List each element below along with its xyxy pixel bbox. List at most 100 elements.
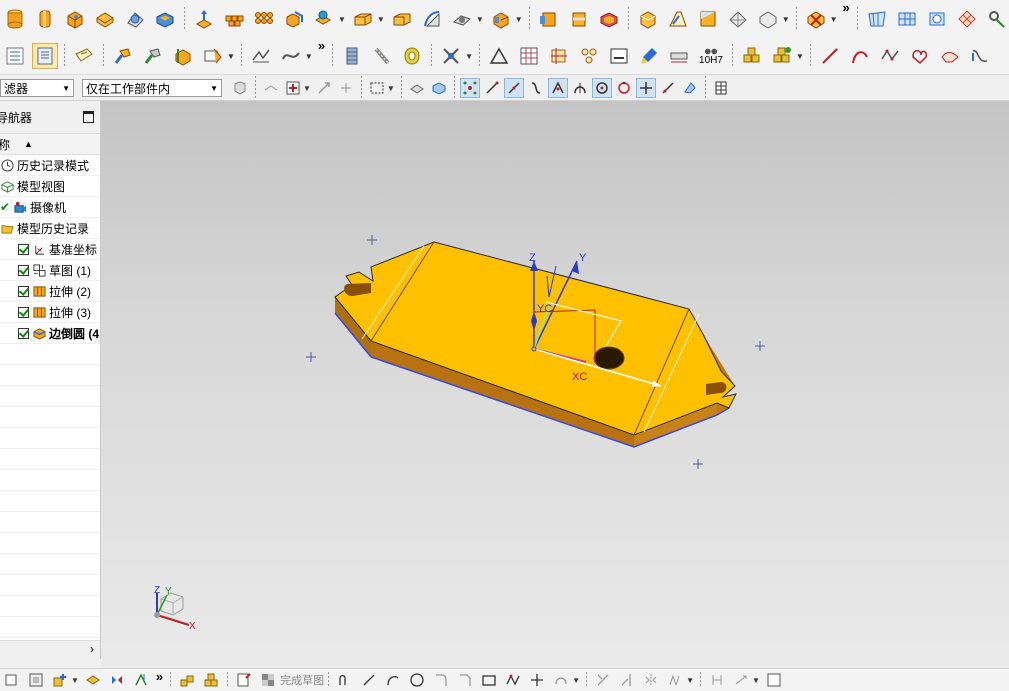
doc-icon[interactable] bbox=[32, 43, 58, 69]
constraint-icon[interactable] bbox=[707, 670, 727, 690]
chevron-down-icon[interactable]: ▼ bbox=[338, 15, 346, 24]
spring-icon[interactable] bbox=[339, 43, 365, 69]
offset-icon[interactable] bbox=[551, 670, 571, 690]
center-snap-icon[interactable] bbox=[591, 78, 612, 98]
more-tools-icon[interactable]: » bbox=[843, 0, 850, 15]
grid-icon[interactable] bbox=[516, 43, 542, 69]
mirror-icon[interactable] bbox=[107, 670, 127, 690]
point-snap-icon[interactable] bbox=[635, 78, 656, 98]
chevron-down-icon[interactable]: ▼ bbox=[782, 15, 790, 24]
puller-icon[interactable] bbox=[438, 43, 464, 69]
curve-icon[interactable] bbox=[419, 6, 445, 32]
pattern-icon[interactable] bbox=[665, 670, 685, 690]
more-tools-icon[interactable]: » bbox=[318, 38, 325, 53]
tolerance-icon[interactable]: 10H7 bbox=[696, 43, 726, 69]
box-icon[interactable] bbox=[26, 670, 46, 690]
midpoint-snap-icon[interactable] bbox=[503, 78, 524, 98]
surface-icon[interactable] bbox=[937, 43, 963, 69]
surface-icon[interactable] bbox=[755, 6, 781, 32]
box-icon[interactable] bbox=[350, 6, 376, 32]
chevron-down-icon[interactable]: ▼ bbox=[227, 52, 235, 61]
chevron-down-icon[interactable]: ▼ bbox=[752, 676, 760, 685]
sketch-icon[interactable] bbox=[234, 670, 254, 690]
chevron-down-icon[interactable]: ▼ bbox=[515, 15, 523, 24]
maximize-icon[interactable] bbox=[83, 111, 94, 123]
chevron-down-icon[interactable]: ▼ bbox=[796, 52, 804, 61]
rectangle-icon[interactable] bbox=[479, 670, 499, 690]
intersection-snap-icon[interactable] bbox=[547, 78, 568, 98]
polygon-icon[interactable] bbox=[503, 670, 523, 690]
quadrant-snap-icon[interactable] bbox=[614, 78, 634, 98]
graphics-window[interactable]: Z Y YC XC Z Y X bbox=[101, 101, 1009, 668]
snap-icon[interactable] bbox=[336, 78, 356, 98]
curve-icon[interactable] bbox=[967, 43, 993, 69]
tree-item-datum-csys[interactable]: 基准坐标 bbox=[0, 239, 100, 260]
window-icon[interactable] bbox=[764, 670, 784, 690]
mesh-icon[interactable] bbox=[803, 6, 829, 32]
assembly-icon[interactable] bbox=[201, 670, 221, 690]
move-icon[interactable] bbox=[314, 78, 334, 98]
swept-icon[interactable] bbox=[864, 6, 890, 32]
chevron-down-icon[interactable]: ▼ bbox=[465, 52, 473, 61]
block-icon[interactable] bbox=[152, 6, 178, 32]
mesh-icon[interactable] bbox=[954, 6, 980, 32]
coil-icon[interactable] bbox=[369, 43, 395, 69]
extrude-icon[interactable] bbox=[191, 6, 217, 32]
mirror-icon[interactable] bbox=[641, 670, 661, 690]
trim-icon[interactable] bbox=[593, 670, 613, 690]
extend-icon[interactable] bbox=[617, 670, 637, 690]
shape-icon[interactable] bbox=[907, 43, 933, 69]
face-snap-icon[interactable] bbox=[680, 78, 700, 98]
hammer-icon[interactable] bbox=[110, 43, 136, 69]
snap-icon[interactable] bbox=[261, 78, 281, 98]
visibility-checkbox[interactable] bbox=[18, 243, 29, 255]
cube-icon[interactable] bbox=[281, 6, 307, 32]
constraint-icon[interactable] bbox=[131, 670, 151, 690]
chevron-down-icon[interactable]: ▼ bbox=[830, 15, 838, 24]
coil-icon[interactable] bbox=[399, 43, 425, 69]
note-icon[interactable] bbox=[606, 43, 632, 69]
chevron-down-icon[interactable]: ▼ bbox=[572, 676, 580, 685]
feature-icon[interactable] bbox=[170, 43, 196, 69]
pole-snap-icon[interactable] bbox=[658, 78, 678, 98]
chevron-down-icon[interactable]: ▼ bbox=[305, 52, 313, 61]
chevron-down-icon[interactable]: ▼ bbox=[303, 84, 311, 93]
block-icon[interactable] bbox=[62, 6, 88, 32]
list-icon[interactable] bbox=[2, 43, 28, 69]
tree-item-extrude-3[interactable]: 拉伸 (3) bbox=[0, 302, 100, 323]
visibility-checkbox[interactable] bbox=[18, 306, 29, 318]
tolerance-icon[interactable] bbox=[666, 43, 692, 69]
sketch-icon[interactable] bbox=[2, 670, 22, 690]
surface-icon[interactable] bbox=[924, 6, 950, 32]
circle-icon[interactable] bbox=[407, 670, 427, 690]
box-icon[interactable] bbox=[389, 6, 415, 32]
dimension-icon[interactable] bbox=[731, 670, 751, 690]
name-column-header[interactable]: 称 ▲ bbox=[0, 134, 100, 155]
gear-icon[interactable] bbox=[984, 6, 1009, 32]
filter-icon[interactable] bbox=[230, 78, 250, 98]
grid-snap-icon[interactable] bbox=[711, 78, 731, 98]
scroll-right-icon[interactable]: › bbox=[90, 642, 94, 656]
tree-item-model-history[interactable]: 模型历史记录 bbox=[0, 218, 100, 239]
cylinder-icon[interactable] bbox=[2, 6, 28, 32]
chevron-down-icon[interactable]: ▼ bbox=[686, 676, 694, 685]
line-icon[interactable] bbox=[359, 670, 379, 690]
arc-snap-icon[interactable] bbox=[570, 78, 590, 98]
polyline-icon[interactable] bbox=[877, 43, 903, 69]
fillet-icon[interactable] bbox=[431, 670, 451, 690]
rectangle-select-icon[interactable] bbox=[367, 78, 387, 98]
hammer-icon[interactable] bbox=[140, 43, 166, 69]
more-tools-icon[interactable]: » bbox=[156, 669, 163, 684]
cube-icon[interactable] bbox=[488, 6, 514, 32]
type-filter-dropdown[interactable]: 滤器 ▼ bbox=[0, 79, 74, 97]
box-icon[interactable] bbox=[665, 6, 691, 32]
triangle-icon[interactable] bbox=[486, 43, 512, 69]
arc-icon[interactable] bbox=[383, 670, 403, 690]
tag-icon[interactable] bbox=[71, 43, 97, 69]
box-icon[interactable] bbox=[596, 6, 622, 32]
chamfer-icon[interactable] bbox=[455, 670, 475, 690]
line-snap-icon[interactable] bbox=[482, 78, 502, 98]
sphere-icon[interactable] bbox=[122, 6, 148, 32]
molecule-icon[interactable] bbox=[576, 43, 602, 69]
scope-filter-dropdown[interactable]: 仅在工作部件内 ▼ bbox=[82, 79, 222, 97]
